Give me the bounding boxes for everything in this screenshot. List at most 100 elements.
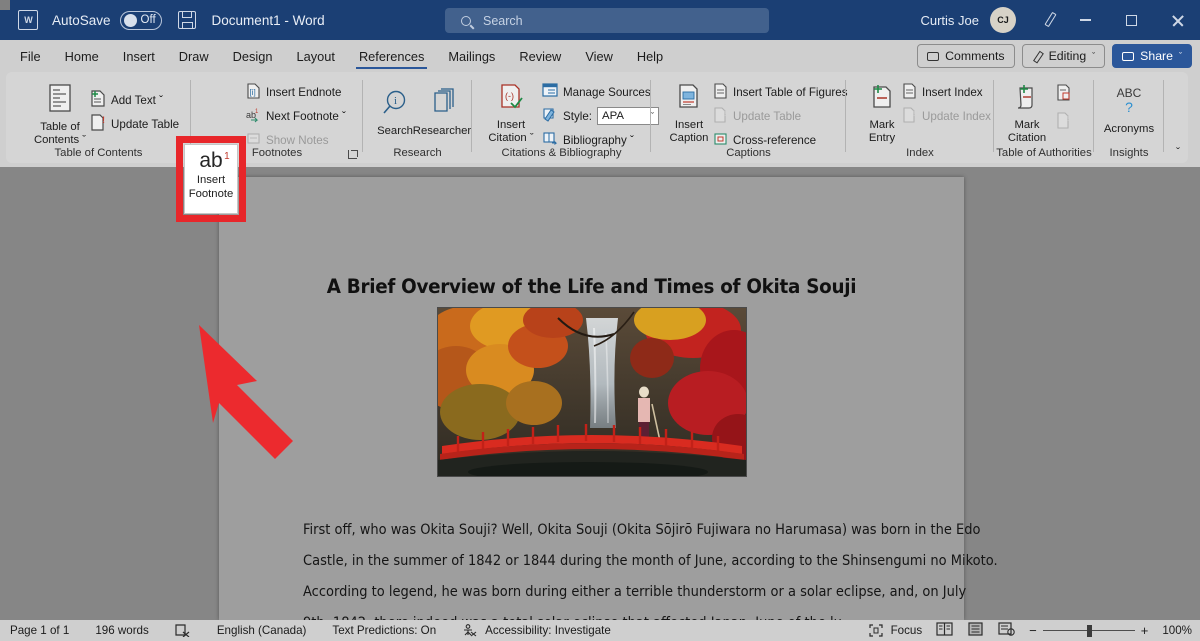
bibliography-label: Bibliography ˇ (563, 134, 634, 147)
researcher-label: Researcher (413, 125, 471, 138)
web-layout-icon[interactable] (998, 622, 1015, 639)
status-bar: Page 1 of 1 196 words English (Canada) T… (0, 620, 1200, 641)
insert-index-button[interactable]: Insert Index (902, 83, 983, 102)
footnotes-dialog-launcher[interactable] (348, 150, 357, 159)
zoom-in-button[interactable]: + (1141, 623, 1149, 638)
ribbon-group-insights: ABC ? Acronyms Insights (1094, 72, 1164, 163)
pen-annotate-icon[interactable] (1042, 10, 1062, 30)
add-text-icon (90, 90, 106, 110)
mark-entry-button[interactable]: Mark Entry (856, 84, 908, 145)
word-count[interactable]: 196 words (95, 624, 149, 637)
insert-caption-label-1: Insert (675, 119, 703, 132)
body-line-2: Castle, in the summer of 1842 or 1844 du… (303, 553, 842, 569)
focus-button[interactable]: Focus (869, 624, 923, 637)
word-app-icon: W (18, 10, 38, 30)
insert-citation-button[interactable]: (-) Insert Citation ˇ (478, 84, 544, 145)
accessibility-indicator[interactable]: Accessibility: Investigate (462, 624, 611, 637)
insert-endnote-button[interactable]: [i] Insert Endnote (246, 83, 341, 102)
page-indicator[interactable]: Page 1 of 1 (10, 624, 69, 637)
read-mode-icon[interactable] (936, 622, 953, 639)
table-of-contents-label-1: Table of (40, 121, 80, 134)
researcher-button[interactable]: Researcher (411, 88, 473, 138)
group-title-citations: Citations & Bibliography (472, 147, 651, 159)
status-left: Page 1 of 1 196 words English (Canada) T… (10, 624, 611, 637)
manage-sources-button[interactable]: Manage Sources (542, 83, 651, 101)
next-footnote-button[interactable]: ab 1 Next Footnote ˇ (246, 107, 346, 126)
tab-view[interactable]: View (573, 41, 625, 71)
update-index-button: ! Update Index (902, 107, 991, 126)
print-layout-icon[interactable] (967, 622, 984, 639)
comments-button[interactable]: Comments (917, 44, 1014, 68)
update-table-button[interactable]: ! Update Table (90, 114, 179, 134)
comments-label: Comments (945, 49, 1004, 63)
autosave-toggle[interactable]: Off (120, 11, 162, 30)
save-icon[interactable] (178, 11, 196, 29)
document-image[interactable] (437, 307, 747, 477)
status-right: Focus (869, 622, 1192, 639)
share-button[interactable]: Share ˇ (1112, 44, 1192, 68)
close-button[interactable] (1154, 0, 1200, 40)
zoom-slider[interactable]: − + (1029, 623, 1148, 638)
share-icon (1122, 52, 1134, 61)
ribbon-group-citations-bibliography: (-) Insert Citation ˇ Manage Sources (472, 72, 651, 163)
table-of-contents-button[interactable]: Table of Contents ˇ (24, 84, 96, 147)
accessibility-label: Accessibility: Investigate (485, 624, 611, 637)
table-of-contents-icon (47, 84, 73, 118)
insert-footnote-button[interactable]: ab 1 Insert Footnote (184, 144, 238, 214)
maximize-button[interactable] (1108, 0, 1154, 40)
insert-footnote-icon: ab 1 (199, 151, 222, 171)
zoom-track[interactable] (1043, 630, 1135, 632)
svg-text:?: ? (1125, 99, 1133, 115)
autosave-state: Off (141, 14, 156, 26)
tab-insert[interactable]: Insert (111, 41, 167, 71)
tab-help[interactable]: Help (625, 41, 675, 71)
tab-home[interactable]: Home (53, 41, 111, 71)
svg-text:!: ! (913, 109, 916, 118)
text-predictions-indicator[interactable]: Text Predictions: On (332, 624, 436, 637)
avatar[interactable]: CJ (990, 7, 1016, 33)
ribbon-group-research: i Search Researcher Research (363, 72, 472, 163)
search-box[interactable]: Search (445, 8, 769, 33)
share-label: Share (1140, 49, 1173, 63)
ribbon-tab-strip: File Home Insert Draw Design Layout Refe… (0, 40, 1200, 72)
header-actions: Comments Editing ˇ Share ˇ (917, 44, 1192, 68)
editing-label: Editing (1049, 49, 1087, 63)
tab-design[interactable]: Design (221, 41, 285, 71)
insert-citation-label-1: Insert (497, 119, 525, 132)
chevron-down-icon[interactable]: ˇ (1176, 145, 1180, 159)
mark-entry-label-2: Entry (869, 132, 895, 145)
tab-references[interactable]: References (347, 41, 436, 71)
cross-reference-label: Cross-reference (733, 134, 816, 147)
proofing-errors-icon[interactable] (175, 624, 191, 637)
insert-endnote-icon: [i] (246, 83, 261, 102)
ribbon-group-captions: Insert Caption Insert Table of Figures (651, 72, 846, 163)
editing-mode-button[interactable]: Editing ˇ (1022, 44, 1106, 68)
insert-table-of-figures-button[interactable]: Insert Table of Figures (713, 83, 848, 102)
tab-draw[interactable]: Draw (167, 41, 221, 71)
minimize-button[interactable] (1062, 0, 1108, 40)
tab-file[interactable]: File (8, 41, 53, 71)
document-canvas[interactable]: A Brief Overview of the Life and Times o… (0, 167, 1200, 620)
group-title-captions: Captions (651, 147, 846, 159)
zoom-knob[interactable] (1087, 625, 1092, 637)
search-placeholder: Search (483, 14, 523, 28)
user-name: Curtis Joe (920, 13, 979, 28)
mark-citation-button[interactable]: Mark Citation (998, 84, 1056, 145)
zoom-out-button[interactable]: − (1029, 623, 1037, 638)
acronyms-button[interactable]: ABC ? Acronyms (1097, 84, 1161, 136)
update-table-label: Update Table (111, 118, 179, 131)
insert-table-of-authorities-icon (1056, 84, 1071, 104)
autosave-label: AutoSave (52, 13, 111, 28)
insert-table-of-authorities-button[interactable] (1056, 84, 1071, 104)
insert-caption-button[interactable]: Insert Caption (659, 84, 719, 145)
chevron-down-icon: ˇ (1092, 52, 1095, 61)
zoom-level[interactable]: 100% (1162, 624, 1192, 637)
tab-review[interactable]: Review (507, 41, 573, 71)
tab-layout[interactable]: Layout (285, 41, 347, 71)
tab-mailings[interactable]: Mailings (436, 41, 507, 71)
insert-footnote-glyph: ab (199, 149, 222, 172)
add-text-button[interactable]: Add Text ˇ (90, 90, 163, 110)
insert-caption-label-2: Caption (670, 132, 709, 145)
svg-text:ABC: ABC (1117, 86, 1142, 100)
language-indicator[interactable]: English (Canada) (217, 624, 307, 637)
